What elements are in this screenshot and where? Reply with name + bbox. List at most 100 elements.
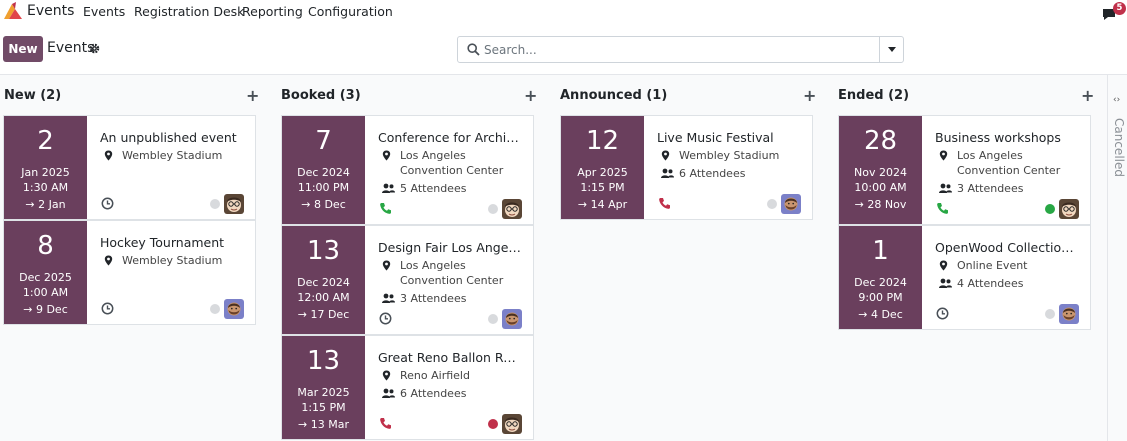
kanban-state-dot[interactable] (1045, 204, 1055, 214)
event-card[interactable]: 28 Nov 2024 10:00 AM → 28 Nov Business works… (838, 115, 1091, 225)
event-location: Wembley Stadium (657, 148, 806, 163)
quick-create-plus-icon[interactable]: + (1081, 86, 1094, 105)
event-card[interactable]: 1 Dec 2024 9:00 PM → 4 Dec OpenWood Collecti… (838, 225, 1091, 330)
event-time: 10:00 AM (854, 181, 907, 194)
app-logo-icon[interactable] (3, 2, 23, 20)
event-end-date: → 2 Jan (25, 198, 66, 211)
clock-icon[interactable] (936, 307, 949, 324)
event-location: Online Event (935, 258, 1084, 273)
responsible-avatar[interactable] (1059, 199, 1079, 219)
clock-icon[interactable] (101, 302, 114, 319)
kanban-state-dot[interactable] (210, 199, 220, 209)
event-title: Design Fair Los Angeles (378, 240, 523, 255)
event-attendees: 5 Attendees (378, 181, 527, 196)
location-pin-icon (382, 260, 391, 271)
responsible-avatar[interactable] (502, 309, 522, 329)
event-attendees: 6 Attendees (378, 386, 527, 401)
gear-icon[interactable] (89, 43, 100, 54)
menu-registration-desk[interactable]: Registration Desk (134, 4, 244, 19)
search-input[interactable] (484, 40, 874, 59)
event-day: 28 (863, 126, 898, 156)
event-end-date: → 14 Apr (577, 198, 628, 211)
event-card[interactable]: 13 Dec 2024 12:00 AM → 17 Dec Design Fair Lo… (281, 225, 534, 335)
responsible-avatar[interactable] (1059, 304, 1079, 324)
new-button[interactable]: New (3, 36, 43, 62)
event-card[interactable]: 13 Mar 2025 1:15 PM → 13 Mar Great Reno Ball… (281, 335, 534, 440)
kanban-state-dot[interactable] (1045, 309, 1055, 319)
chat-button[interactable]: 5 (1100, 2, 1126, 22)
quick-create-plus-icon[interactable]: + (246, 86, 259, 105)
event-title: An unpublished event (100, 130, 237, 145)
app-title[interactable]: Events (27, 3, 74, 19)
menu-configuration[interactable]: Configuration (308, 4, 393, 19)
quick-create-plus-icon[interactable]: + (524, 86, 537, 105)
responsible-avatar[interactable] (502, 199, 522, 219)
event-title: Conference for Archite... (378, 130, 523, 145)
event-title: Hockey Tournament (100, 235, 225, 250)
event-card[interactable]: 8 Dec 2025 1:00 AM → 9 Dec Hockey Tournament… (3, 220, 256, 325)
event-day: 12 (585, 126, 620, 156)
event-attendees-count: 6 Attendees (400, 387, 467, 400)
responsible-avatar[interactable] (224, 299, 244, 319)
column-title[interactable]: Booked (3) (281, 88, 361, 103)
top-navbar: Events Events Registration Desk Reportin… (0, 0, 1127, 24)
event-time: 1:30 AM (22, 181, 69, 194)
folded-column-cancelled[interactable]: Cancelled (1112, 118, 1126, 177)
phone-icon[interactable] (379, 417, 392, 434)
search-options-toggle[interactable] (879, 37, 903, 62)
expand-arrows-icon[interactable]: ‹› (1113, 95, 1120, 105)
event-day: 7 (315, 126, 332, 156)
event-location-line: Convention Center (400, 164, 504, 177)
event-location: Wembley Stadium (100, 148, 249, 163)
phone-icon[interactable] (658, 197, 671, 214)
event-location-line: Convention Center (957, 164, 1061, 177)
event-end-date: → 4 Dec (858, 308, 903, 321)
event-day: 13 (306, 346, 341, 376)
responsible-avatar[interactable] (224, 194, 244, 214)
column-title[interactable]: Ended (2) (838, 88, 909, 103)
column-title[interactable]: Announced (1) (560, 88, 667, 103)
event-title: Business workshops (935, 130, 1061, 145)
event-time: 9:00 PM (858, 291, 903, 304)
event-card[interactable]: 2 Jan 2025 1:30 AM → 2 Jan An unpublished ev… (3, 115, 256, 220)
event-month-year: Dec 2024 (297, 276, 350, 289)
event-day: 1 (872, 236, 889, 266)
menu-reporting[interactable]: Reporting (242, 4, 303, 19)
attendees-icon (939, 183, 952, 193)
phone-icon[interactable] (379, 202, 392, 219)
responsible-avatar[interactable] (502, 414, 522, 434)
event-location-line: Online Event (957, 259, 1028, 272)
event-month-year: Mar 2025 (297, 386, 350, 399)
location-pin-icon (939, 150, 948, 161)
column-title[interactable]: New (2) (4, 88, 61, 103)
attendees-icon (939, 278, 952, 288)
kanban-state-dot[interactable] (488, 204, 498, 214)
quick-create-plus-icon[interactable]: + (803, 86, 816, 105)
event-location-line: Los Angeles (957, 149, 1023, 162)
location-pin-icon (104, 150, 113, 161)
kanban-state-dot[interactable] (210, 304, 220, 314)
event-title: Live Music Festival (657, 130, 774, 145)
event-location-line: Wembley Stadium (122, 149, 223, 162)
event-card[interactable]: 12 Apr 2025 1:15 PM → 14 Apr Live Music Fest… (560, 115, 813, 220)
event-attendees: 6 Attendees (657, 166, 806, 181)
kanban-state-dot[interactable] (767, 199, 777, 209)
event-time: 1:15 PM (580, 181, 625, 194)
phone-icon[interactable] (936, 202, 949, 219)
clock-icon[interactable] (101, 197, 114, 214)
clock-icon[interactable] (379, 312, 392, 329)
event-location: Los Angeles Convention Center (935, 148, 1084, 178)
event-month-year: Dec 2025 (19, 271, 72, 284)
kanban-state-dot[interactable] (488, 419, 498, 429)
event-location-line: Los Angeles (400, 149, 466, 162)
kanban-state-dot[interactable] (488, 314, 498, 324)
event-location: Los Angeles Convention Center (378, 148, 527, 178)
event-card[interactable]: 7 Dec 2024 11:00 PM → 8 Dec Conference for A… (281, 115, 534, 225)
menu-events[interactable]: Events (83, 4, 125, 19)
event-end-date: → 28 Nov (854, 198, 907, 211)
event-location-line: Reno Airfield (400, 369, 470, 382)
event-attendees: 4 Attendees (935, 276, 1084, 291)
responsible-avatar[interactable] (781, 194, 801, 214)
event-day: 2 (37, 126, 54, 156)
attendees-icon (382, 183, 395, 193)
